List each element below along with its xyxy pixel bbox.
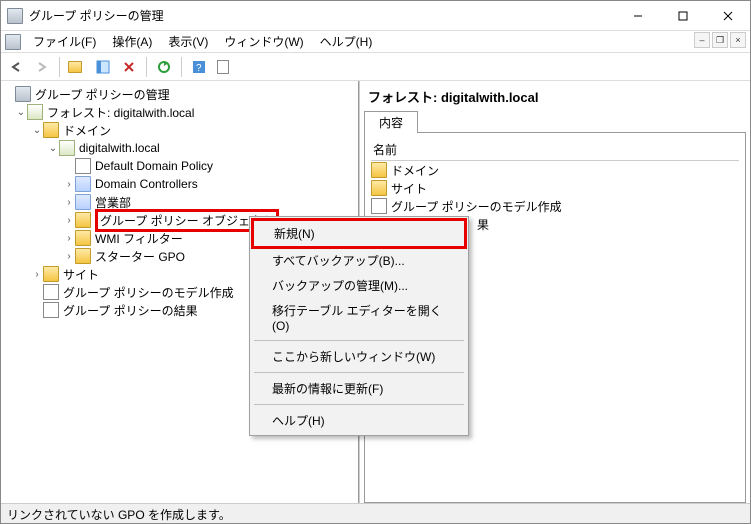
app-icon <box>7 8 23 24</box>
domain-icon <box>59 140 75 156</box>
chevron-down-icon[interactable]: ⌄ <box>31 125 43 136</box>
chevron-right-icon[interactable]: › <box>63 215 75 226</box>
toolbar-separator <box>59 57 60 77</box>
detail-heading: フォレスト: digitalwith.local <box>364 85 746 108</box>
mdi-minimize-button[interactable]: – <box>694 32 710 48</box>
status-text: リンクされていない GPO を作成します。 <box>7 508 231 522</box>
list-item-domains[interactable]: ドメイン <box>371 161 739 179</box>
tree-sites-label: サイト <box>63 266 99 283</box>
ou-icon <box>75 176 91 192</box>
tree-wmi-label: WMI フィルター <box>95 230 183 247</box>
ctx-new[interactable]: 新規(N) <box>251 218 467 249</box>
tree-forest[interactable]: ⌄ フォレスト: digitalwith.local <box>3 103 356 121</box>
list-item-label: ドメイン <box>391 162 439 179</box>
chevron-right-icon[interactable]: › <box>63 179 75 190</box>
menubar: ファイル(F) 操作(A) 表示(V) ウィンドウ(W) ヘルプ(H) – ❐ … <box>1 31 750 53</box>
folder-icon <box>371 180 387 196</box>
window-controls <box>615 1 750 30</box>
ctx-migration-table[interactable]: 移行テーブル エディターを開く(O) <box>252 298 466 337</box>
tree-domains[interactable]: ⌄ ドメイン <box>3 121 356 139</box>
tree-starter-label: スターター GPO <box>95 248 185 265</box>
menu-view[interactable]: 表示(V) <box>160 31 216 52</box>
show-hide-tree-button[interactable] <box>92 56 114 78</box>
menu-action[interactable]: 操作(A) <box>104 31 160 52</box>
ctx-refresh[interactable]: 最新の情報に更新(F) <box>252 376 466 401</box>
policy-icon <box>75 158 91 174</box>
column-header-name[interactable]: 名前 <box>371 139 739 161</box>
context-menu: 新規(N) すべてバックアップ(B)... バックアップの管理(M)... 移行… <box>249 216 469 436</box>
chevron-right-icon[interactable]: › <box>63 251 75 262</box>
statusbar: リンクされていない GPO を作成します。 <box>1 503 750 523</box>
ctx-manage-backup[interactable]: バックアップの管理(M)... <box>252 273 466 298</box>
folder-icon <box>43 266 59 282</box>
tree-default-policy-label: Default Domain Policy <box>95 159 213 173</box>
chevron-right-icon[interactable]: › <box>63 233 75 244</box>
close-button[interactable] <box>705 1 750 30</box>
delete-button[interactable] <box>118 56 140 78</box>
tree-domain[interactable]: ⌄ digitalwith.local <box>3 139 356 157</box>
menu-window[interactable]: ウィンドウ(W) <box>216 31 311 52</box>
ou-icon <box>75 194 91 210</box>
mdi-restore-button[interactable]: ❐ <box>712 32 728 48</box>
back-button[interactable] <box>5 56 27 78</box>
ctx-help[interactable]: ヘルプ(H) <box>252 408 466 433</box>
properties-button[interactable] <box>214 56 236 78</box>
mmc-icon <box>5 34 21 50</box>
folder-icon <box>43 122 59 138</box>
mdi-close-button[interactable]: × <box>730 32 746 48</box>
report-icon <box>371 198 387 214</box>
folder-icon <box>75 230 91 246</box>
list-item-label: サイト <box>391 180 427 197</box>
folder-icon <box>371 162 387 178</box>
tree-modeling-label: グループ ポリシーのモデル作成 <box>63 284 234 301</box>
toolbar-separator <box>181 57 182 77</box>
tree-default-policy[interactable]: Default Domain Policy <box>3 157 356 175</box>
list-item-modeling[interactable]: グループ ポリシーのモデル作成 <box>371 197 739 215</box>
chevron-down-icon[interactable]: ⌄ <box>15 107 27 118</box>
forest-icon <box>27 104 43 120</box>
list-item-label: 果 <box>477 216 489 233</box>
toolbar: ? <box>1 53 750 81</box>
tree-results-label: グループ ポリシーの結果 <box>63 302 198 319</box>
mdi-controls: – ❐ × <box>694 32 746 48</box>
ctx-new-window[interactable]: ここから新しいウィンドウ(W) <box>252 344 466 369</box>
ctx-separator <box>254 340 464 341</box>
chevron-right-icon[interactable]: › <box>31 269 43 280</box>
tree-dc-label: Domain Controllers <box>95 177 198 191</box>
list-item-label: グループ ポリシーのモデル作成 <box>391 198 562 215</box>
detail-tabs: 内容 <box>364 110 746 133</box>
svg-text:?: ? <box>196 63 202 74</box>
gpmc-icon <box>15 86 31 102</box>
folder-icon <box>75 212 91 228</box>
report-icon <box>43 302 59 318</box>
ctx-backup-all[interactable]: すべてバックアップ(B)... <box>252 248 466 273</box>
chevron-down-icon[interactable]: ⌄ <box>47 143 59 154</box>
minimize-button[interactable] <box>615 1 660 30</box>
report-icon <box>43 284 59 300</box>
forward-button[interactable] <box>31 56 53 78</box>
folder-icon <box>75 248 91 264</box>
tree-forest-label: フォレスト: digitalwith.local <box>47 104 194 121</box>
titlebar: グループ ポリシーの管理 <box>1 1 750 31</box>
tree-root[interactable]: グループ ポリシーの管理 <box>3 85 356 103</box>
tree-domain-controllers[interactable]: › Domain Controllers <box>3 175 356 193</box>
tree-domain-label: digitalwith.local <box>79 141 160 155</box>
chevron-right-icon[interactable]: › <box>63 197 75 208</box>
menu-file[interactable]: ファイル(F) <box>25 31 104 52</box>
ctx-separator <box>254 372 464 373</box>
refresh-button[interactable] <box>153 56 175 78</box>
help-button[interactable]: ? <box>188 56 210 78</box>
list-item-sites[interactable]: サイト <box>371 179 739 197</box>
tree-domains-label: ドメイン <box>63 122 111 139</box>
ctx-separator <box>254 404 464 405</box>
window-title: グループ ポリシーの管理 <box>29 7 615 24</box>
maximize-button[interactable] <box>660 1 705 30</box>
tree-root-label: グループ ポリシーの管理 <box>35 86 170 103</box>
up-button[interactable] <box>66 56 88 78</box>
tab-contents[interactable]: 内容 <box>364 111 418 133</box>
menu-help[interactable]: ヘルプ(H) <box>312 31 381 52</box>
toolbar-separator <box>146 57 147 77</box>
